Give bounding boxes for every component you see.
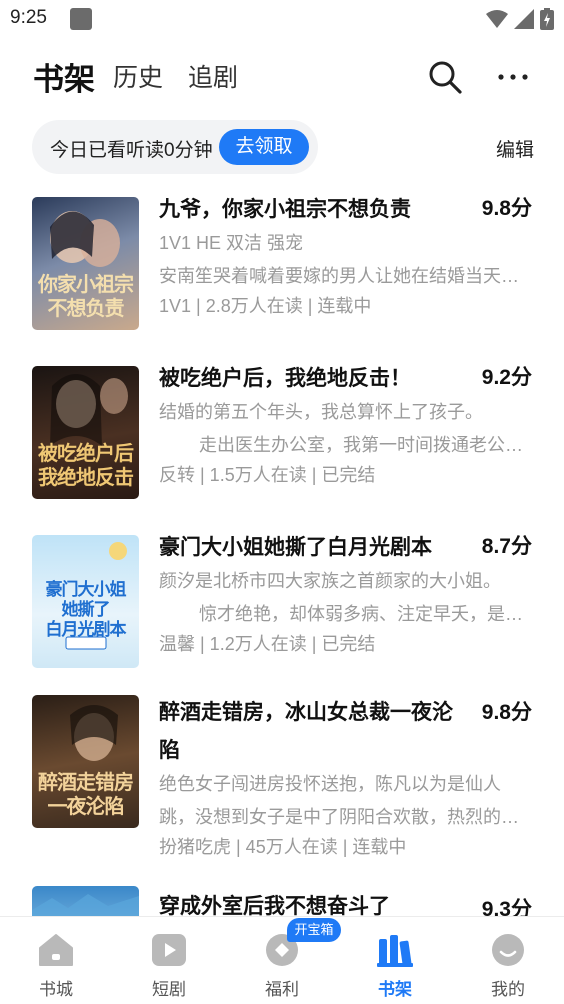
- battery-icon: [540, 8, 554, 30]
- profile-icon: [492, 934, 524, 966]
- reading-time-banner: 今日已看听读0分钟 去领取: [32, 120, 318, 174]
- search-icon[interactable]: [428, 60, 462, 94]
- tab-history[interactable]: 历史: [113, 58, 163, 94]
- book-meta: 扮猪吃虎 | 45万人在读 | 连载中: [159, 837, 407, 857]
- more-options-icon[interactable]: [496, 60, 530, 94]
- status-bar: 9:25: [0, 0, 564, 38]
- book-tags: 1V1 HE 双洁 强宠: [159, 233, 304, 253]
- book-meta: 温馨 | 1.2万人在读 | 已完结: [159, 634, 376, 654]
- notification-app-icon: [70, 8, 92, 30]
- book-item[interactable]: 醉酒走错房 一夜沦陷 醉酒走错房，冰山女总裁一夜沦陷 9.8分 绝色女子闯进房投怀…: [0, 694, 564, 857]
- nav-label: 福利: [265, 980, 299, 999]
- nav-item-bookshelf[interactable]: 书架: [339, 917, 451, 1004]
- book-synopsis: 颜汐是北桥市四大家族之首颜家的大小姐。: [159, 571, 501, 591]
- book-score: 9.2分: [481, 366, 532, 389]
- book-cover[interactable]: 醉酒走错房 一夜沦陷: [32, 695, 139, 828]
- treasure-chest-badge[interactable]: 开宝箱: [287, 918, 341, 942]
- bookshelf-icon: [377, 935, 413, 967]
- book-item[interactable]: 被吃绝户后 我绝地反击 被吃绝户后，我绝地反击！ 9.2分 结婚的第五个年头，我总…: [0, 366, 564, 506]
- book-synopsis: 惊才绝艳，却体弱多病、注定早夭，是…: [159, 604, 524, 624]
- play-icon: [152, 934, 186, 966]
- book-synopsis: 跳，没想到女子是中了阴阳合欢散，热烈的…: [159, 807, 519, 827]
- tab-bookshelf[interactable]: 书架: [33, 54, 95, 99]
- book-score: 9.3分: [481, 898, 532, 916]
- book-synopsis: 安南笙哭着喊着要嫁的男人让她在结婚当天…: [159, 266, 519, 286]
- edit-button[interactable]: 编辑: [496, 135, 534, 162]
- book-synopsis: 绝色女子闯进房投怀送抱，陈凡以为是仙人: [159, 774, 501, 794]
- cover-title: 你家小祖宗 不想负责: [38, 272, 134, 320]
- book-synopsis: 结婚的第五个年头，我总算怀上了孩子。: [159, 402, 483, 422]
- book-title[interactable]: 穿成外室后我不想奋斗了: [159, 888, 459, 916]
- book-item[interactable]: 穿成外室后我不想奋斗了 9.3分: [0, 886, 564, 916]
- nav-item-bookstore[interactable]: 书城: [0, 917, 112, 1004]
- book-synopsis: 走出医生办公室，我第一时间拨通老公…: [159, 435, 524, 455]
- book-score: 8.7分: [481, 535, 532, 558]
- book-meta: 反转 | 1.5万人在读 | 已完结: [159, 465, 376, 485]
- book-score: 9.8分: [481, 197, 532, 220]
- book-score: 9.8分: [481, 701, 532, 724]
- wifi-icon: [486, 10, 508, 28]
- book-title[interactable]: 醉酒走错房，冰山女总裁一夜沦陷: [159, 694, 459, 770]
- nav-item-profile[interactable]: 我的: [452, 917, 564, 1004]
- nav-label: 书城: [39, 980, 73, 999]
- nav-item-short-drama[interactable]: 短剧: [113, 917, 225, 1004]
- book-cover[interactable]: 你家小祖宗 不想负责: [32, 197, 139, 330]
- book-title[interactable]: 被吃绝户后，我绝地反击！: [159, 360, 459, 398]
- status-icons: [486, 8, 554, 30]
- nav-label: 我的: [491, 980, 525, 999]
- book-item[interactable]: 你家小祖宗 不想负责 九爷，你家小祖宗不想负责 9.8分 1V1 HE 双洁 强宠…: [0, 197, 564, 337]
- cover-illustration: [32, 894, 139, 916]
- book-title[interactable]: 九爷，你家小祖宗不想负责: [159, 191, 459, 229]
- status-time: 9:25: [10, 7, 47, 28]
- reading-time-text: 今日已看听读0分钟: [50, 140, 213, 161]
- cover-title: 豪门大小姐 她撕了 白月光剧本: [45, 580, 127, 640]
- nav-label: 书架: [378, 980, 412, 999]
- book-meta: 1V1 | 2.8万人在读 | 连载中: [159, 296, 372, 316]
- signal-icon: [514, 9, 534, 29]
- cover-title: 被吃绝户后 我绝地反击: [38, 441, 134, 489]
- nav-label: 短剧: [152, 980, 186, 999]
- book-item[interactable]: 豪门大小姐 她撕了 白月光剧本 豪门大小姐她撕了白月光剧本 8.7分 颜汐是北桥市四…: [0, 535, 564, 675]
- book-cover[interactable]: [32, 886, 139, 916]
- claim-reward-button[interactable]: 去领取: [219, 129, 309, 165]
- book-title[interactable]: 豪门大小姐她撕了白月光剧本: [159, 529, 459, 567]
- book-cover[interactable]: 豪门大小姐 她撕了 白月光剧本: [32, 535, 139, 668]
- home-icon: [39, 934, 73, 966]
- book-cover[interactable]: 被吃绝户后 我绝地反击: [32, 366, 139, 499]
- top-header: 书架 历史 追剧: [0, 50, 564, 104]
- bottom-nav: 书城 短剧 福利 书架 我的: [0, 916, 564, 1004]
- tab-following-dramas[interactable]: 追剧: [188, 58, 238, 94]
- cover-title: 醉酒走错房 一夜沦陷: [38, 770, 134, 818]
